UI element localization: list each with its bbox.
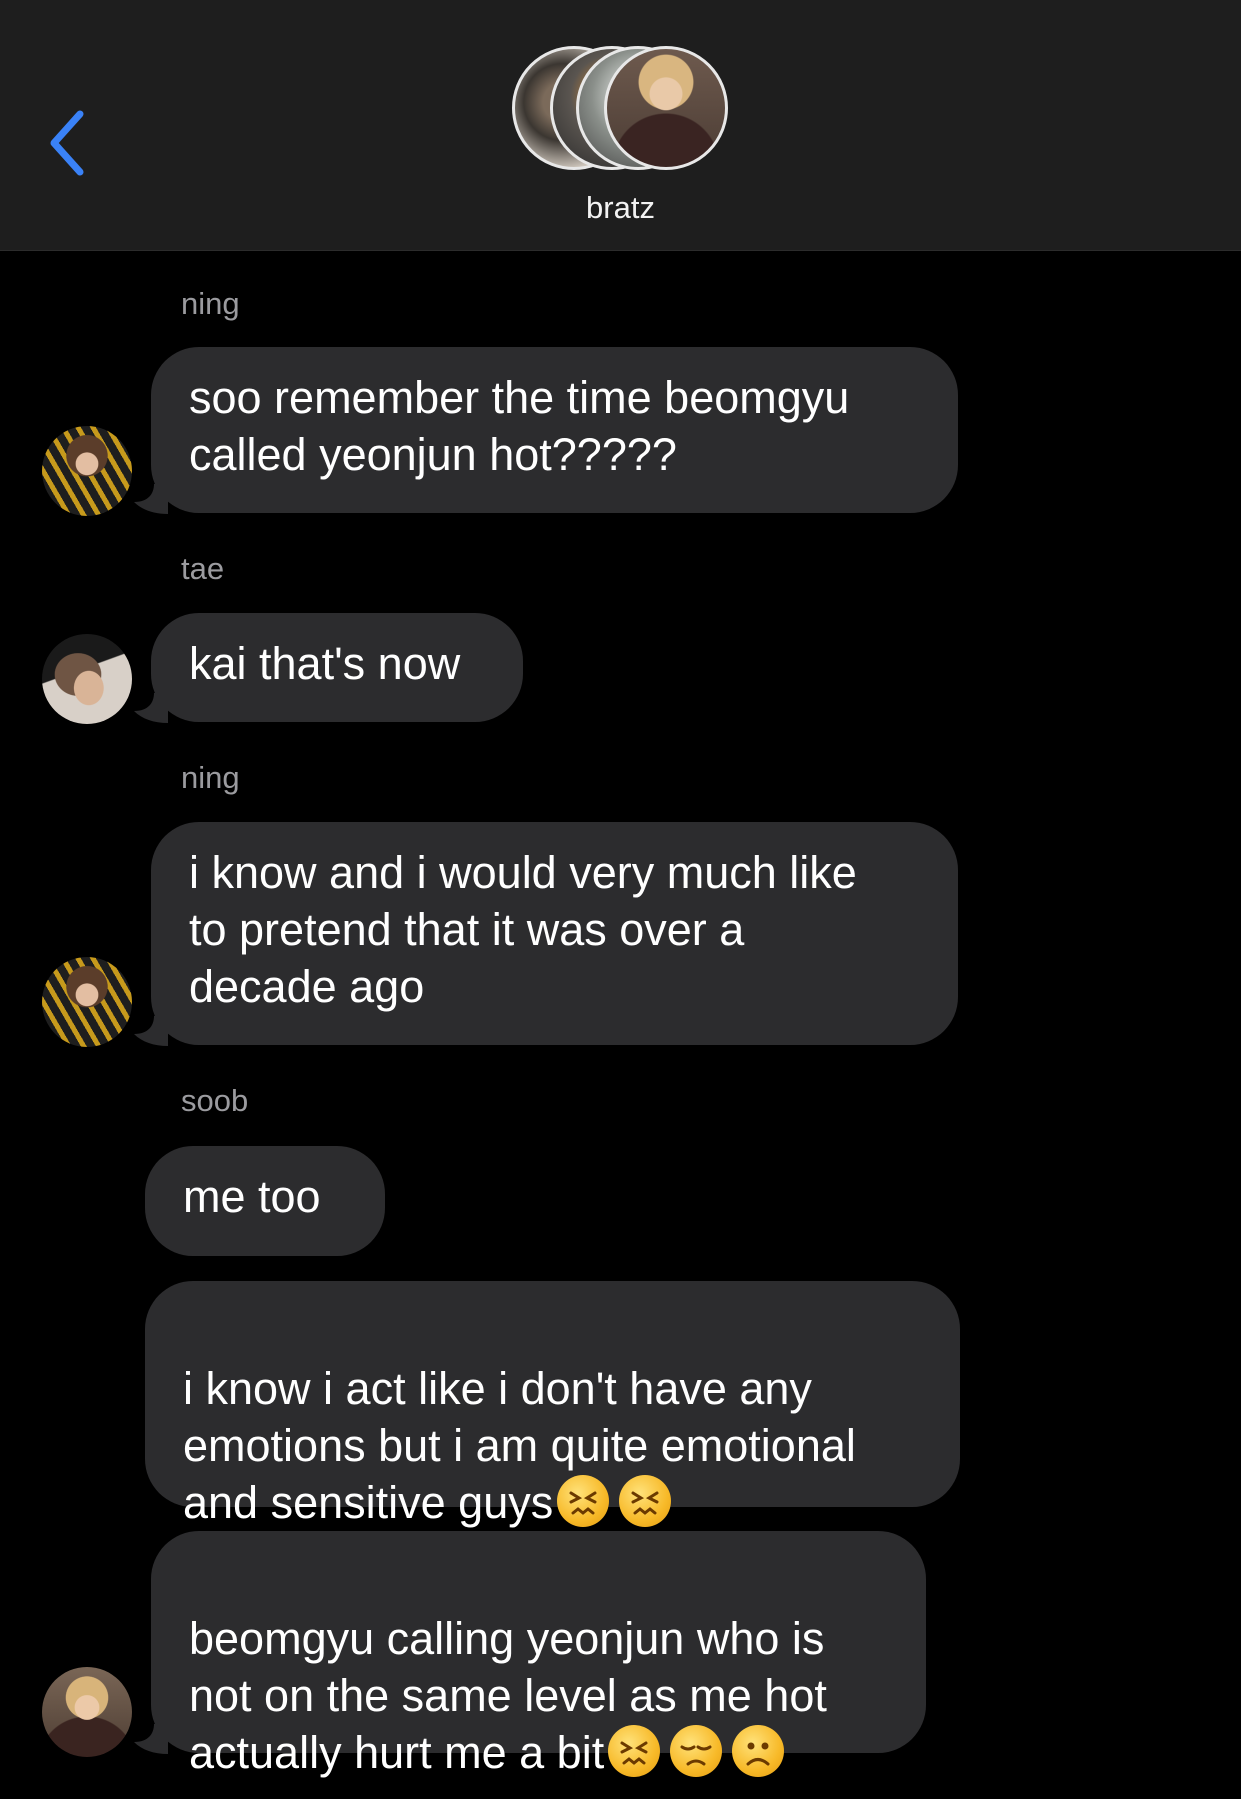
message-bubble[interactable]: soo remember the time beomgyu called yeo… xyxy=(151,347,958,513)
chat-header: bratz xyxy=(0,0,1241,251)
frowning-face-icon xyxy=(732,1725,785,1777)
sender-name: soob xyxy=(181,1083,249,1118)
group-title[interactable]: bratz xyxy=(0,190,1241,226)
avatar-ning[interactable] xyxy=(42,957,132,1047)
confounded-face-icon xyxy=(608,1725,661,1777)
avatar-tae[interactable] xyxy=(42,634,132,724)
message-text: i know i act like i don't have any emoti… xyxy=(183,1363,856,1528)
member-avatar-4 xyxy=(604,46,728,170)
group-avatar-stack[interactable] xyxy=(512,46,732,174)
chevron-left-icon[interactable] xyxy=(44,108,94,178)
bubble-tail xyxy=(134,484,168,514)
message-bubble[interactable]: kai that's now xyxy=(151,613,523,722)
message-bubble[interactable]: me too xyxy=(145,1146,385,1256)
confounded-face-icon xyxy=(557,1475,610,1527)
avatar-soob[interactable] xyxy=(42,1667,132,1757)
sender-name: tae xyxy=(181,551,225,586)
message-bubble[interactable]: i know i act like i don't have any emoti… xyxy=(145,1281,960,1528)
bubble-tail xyxy=(134,1016,168,1046)
avatar-ning[interactable] xyxy=(42,426,132,516)
sender-name: ning xyxy=(181,760,240,795)
bubble-tail xyxy=(134,693,168,723)
message-bubble[interactable]: beomgyu calling yeonjun who is not on th… xyxy=(151,1531,926,1778)
bubble-tail xyxy=(134,1724,168,1754)
message-text: beomgyu calling yeonjun who is not on th… xyxy=(189,1613,827,1778)
sender-name: ning xyxy=(181,286,240,321)
message-bubble[interactable]: i know and i would very much like to pre… xyxy=(151,822,958,1045)
disappointed-face-icon xyxy=(670,1725,723,1777)
confounded-face-icon xyxy=(619,1475,672,1527)
